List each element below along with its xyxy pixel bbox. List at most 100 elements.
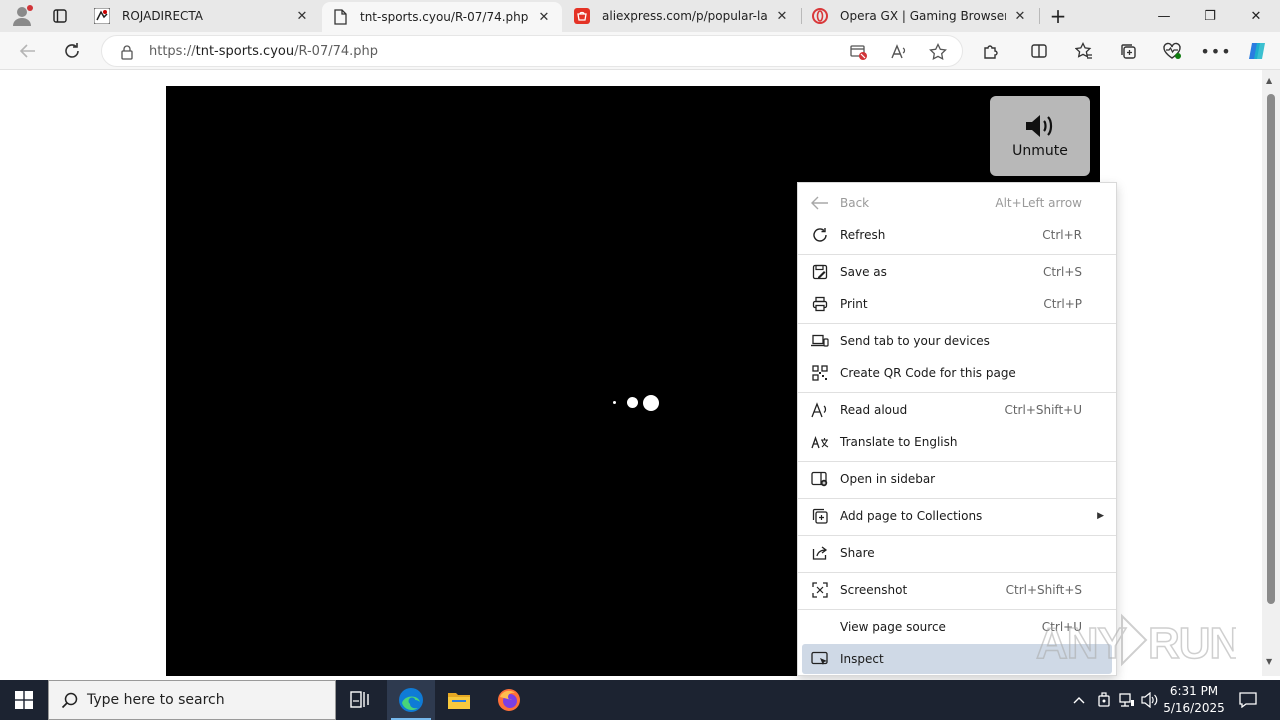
taskbar-search-box[interactable]: Type here to search [48,680,336,720]
translate-icon [811,434,829,450]
menu-item-label: Save as [840,265,887,279]
menu-separator [798,254,1116,255]
scroll-up-arrow-icon[interactable]: ▲ [1266,76,1272,85]
unmute-button[interactable]: Unmute [990,96,1090,176]
menu-item-label: Translate to English [840,435,958,449]
scroll-thumb[interactable] [1267,94,1275,604]
windows-logo-icon [15,691,33,709]
tab-aliexpress[interactable]: aliexpress.com/p/popular-landin ✕ [564,0,800,32]
tab-opera-gx[interactable]: Opera GX | Gaming Browser | Op ✕ [802,0,1038,32]
scroll-down-arrow-icon[interactable]: ▼ [1266,657,1272,666]
tab-title: aliexpress.com/p/popular-landin [602,9,768,23]
loading-dot-small [613,401,616,404]
menu-item-print[interactable]: Print Ctrl+P [798,289,1116,319]
minimize-button[interactable]: — [1141,0,1187,32]
split-screen-icon [1031,44,1047,58]
profile-avatar-icon [13,5,33,26]
menu-item-read-aloud[interactable]: Read aloud Ctrl+Shift+U [798,395,1116,425]
favorites-button[interactable] [1070,37,1098,65]
menu-item-save-as[interactable]: Save as Ctrl+S [798,257,1116,287]
network-button[interactable] [1116,680,1138,720]
notifications-button[interactable] [1234,680,1262,720]
copilot-button[interactable] [1243,37,1271,65]
rojadirecta-favicon-icon [94,8,110,24]
task-view-button[interactable] [336,680,384,720]
tab-close-icon[interactable]: ✕ [294,9,310,24]
collections-icon [811,508,829,524]
menu-item-share[interactable]: Share [798,538,1116,568]
more-dots-icon: ••• [1200,41,1232,61]
aliexpress-favicon-icon [574,8,590,24]
tab-strip: ROJADIRECTA ✕ tnt-sports.cyou/R-07/74.ph… [0,0,1280,32]
menu-item-open-sidebar[interactable]: Open in sidebar [798,464,1116,494]
copilot-icon [1249,43,1265,59]
sidebar-icon [811,471,829,487]
menu-item-label: Back [840,196,870,210]
menu-item-qr-code[interactable]: Create QR Code for this page [798,358,1116,388]
taskbar-firefox-app[interactable] [485,680,533,720]
refresh-button[interactable] [58,37,86,65]
url-path: /R-07/74.php [294,44,379,59]
inspect-icon [811,651,829,667]
favorites-icon [1075,42,1092,59]
show-hidden-icons-button[interactable] [1068,680,1090,720]
menu-item-translate[interactable]: Translate to English [798,427,1116,457]
clock-time: 6:31 PM [1169,684,1219,698]
close-window-button[interactable]: ✕ [1233,0,1279,32]
heart-pulse-icon [1163,42,1181,59]
profile-button[interactable] [9,4,35,28]
save-icon [811,264,829,280]
page-scrollbar[interactable]: ▲ ▼ [1262,70,1280,676]
tab-separator [1039,8,1040,24]
new-tab-button[interactable]: + [1045,4,1071,28]
menu-item-add-to-collections[interactable]: Add page to Collections ▶ [798,501,1116,531]
address-bar[interactable]: https://tnt-sports.cyou/R-07/74.php [101,35,963,67]
tab-title: ROJADIRECTA [122,9,204,23]
tab-close-icon[interactable]: ✕ [774,9,790,24]
menu-item-send-tab[interactable]: Send tab to your devices [798,326,1116,356]
svg-text:ANY: ANY [1036,619,1127,668]
tab-close-icon[interactable]: ✕ [1012,9,1028,24]
restore-button[interactable]: ❐ [1187,0,1233,32]
menu-item-label: Open in sidebar [840,472,936,486]
collections-button[interactable] [1114,37,1142,65]
taskbar-file-explorer-app[interactable] [435,680,483,720]
menu-item-label: Refresh [840,228,886,242]
menu-item-shortcut: Ctrl+P [1043,297,1082,311]
menu-item-back[interactable]: Back Alt+Left arrow [798,188,1116,218]
volume-button[interactable] [1139,680,1161,720]
menu-item-label: Create QR Code for this page [840,366,1016,380]
unmute-label: Unmute [1012,143,1068,159]
puzzle-icon [984,45,998,59]
devices-icon [811,333,829,349]
tab-close-icon[interactable]: ✕ [536,10,552,25]
screenshot-icon [811,582,829,598]
favorite-star-icon[interactable] [929,43,947,61]
tab-tnt-sports[interactable]: tnt-sports.cyou/R-07/74.php ✕ [322,2,562,32]
start-button[interactable] [0,680,48,720]
tray-device-button[interactable] [1093,680,1115,720]
clock-date: 5/16/2025 [1163,701,1225,715]
share-icon [811,545,829,561]
tab-actions-button[interactable] [47,4,73,28]
menu-item-screenshot[interactable]: Screenshot Ctrl+Shift+S [798,575,1116,605]
url-text[interactable]: https://tnt-sports.cyou/R-07/74.php [149,44,378,59]
network-icon [1119,693,1134,707]
split-screen-button[interactable] [1025,37,1053,65]
settings-more-button[interactable]: ••• [1200,37,1232,65]
printer-icon [811,296,829,312]
read-aloud-icon[interactable] [890,43,908,61]
browser-toolbar: https://tnt-sports.cyou/R-07/74.php ••• [0,32,1280,70]
back-arrow-icon [811,195,829,211]
back-button[interactable] [14,37,42,65]
url-host: tnt-sports.cyou [195,44,295,59]
taskbar-edge-app[interactable] [387,680,435,720]
folder-icon [448,693,470,709]
menu-item-refresh[interactable]: Refresh Ctrl+R [798,220,1116,250]
browser-essentials-button[interactable] [1158,37,1186,65]
tab-rojadirecta[interactable]: ROJADIRECTA ✕ [84,0,320,32]
taskbar-clock[interactable]: 6:31 PM 5/16/2025 [1160,683,1228,717]
lock-icon[interactable] [120,44,134,60]
extensions-button[interactable] [977,37,1005,65]
blocked-popup-icon[interactable] [850,43,868,61]
